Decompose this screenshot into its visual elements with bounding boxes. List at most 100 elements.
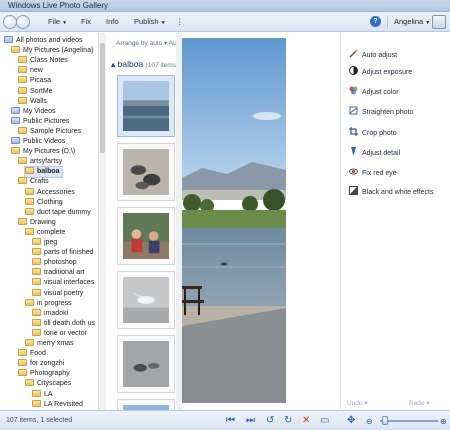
redo-button[interactable]: Redo ▾ — [409, 399, 430, 407]
tree-item[interactable]: Class Notes — [18, 56, 68, 66]
fix-menu[interactable]: Fix — [81, 17, 91, 26]
fix-item[interactable]: Adjust exposure — [349, 66, 412, 80]
fix-item[interactable]: Adjust detail — [349, 147, 400, 161]
zoom-slider-knob[interactable] — [382, 416, 388, 425]
tree-item-label: Public Videos — [23, 138, 66, 145]
fix-item[interactable]: Fix red eye — [349, 167, 397, 181]
folder-icon — [18, 359, 27, 367]
tree-item-label: photoshop — [44, 259, 77, 267]
tree-item[interactable]: for zongzhi — [18, 359, 64, 369]
tree-item[interactable]: Crafts — [18, 177, 49, 187]
fix-item[interactable]: Black and white effects — [349, 186, 433, 200]
tree-item[interactable]: Walls — [18, 96, 47, 107]
more-menu[interactable]: ⋮ — [176, 17, 184, 26]
status-bar: 107 items, 1 selected ⏮ ⏭ ↺ ↻ ✕ ▭ ✥ ⊖ ⊕ — [0, 410, 450, 430]
thumbnail[interactable] — [117, 143, 175, 201]
tree-item[interactable]: All photos and videos — [4, 36, 83, 46]
tree-item[interactable]: My Pictures (D:\) — [11, 147, 75, 157]
tree-item[interactable]: SortMe — [18, 86, 53, 97]
info-menu-label: Info — [106, 17, 119, 26]
red-eye-icon — [349, 167, 358, 176]
back-button[interactable] — [3, 15, 17, 29]
tree-item-label: Photography — [30, 370, 70, 378]
folder-icon — [32, 258, 41, 266]
fix-item-label: Fix red eye — [362, 170, 397, 177]
arrange-by-dropdown[interactable]: Arrange by auto ▾ Au — [116, 39, 177, 47]
tree-item[interactable]: balboa — [24, 166, 63, 179]
fix-item[interactable]: Adjust color — [349, 86, 399, 100]
tree-item[interactable]: traditional art — [32, 268, 84, 278]
tree-item[interactable]: duct tape dummy — [25, 207, 91, 218]
fix-item-label: Adjust detail — [362, 150, 401, 157]
rotate-left-icon[interactable]: ↺ — [266, 415, 274, 427]
folder-icon — [32, 328, 41, 336]
folder-icon — [32, 389, 41, 397]
publish-menu-label: Publish — [134, 17, 159, 26]
tree-item[interactable]: My Videos — [11, 106, 56, 117]
zoom-out-icon[interactable]: ⊖ — [366, 416, 373, 428]
next-photo-icon[interactable]: ⏭ — [246, 415, 255, 427]
zoom-slider[interactable] — [380, 416, 438, 425]
tree-item[interactable]: Photography — [18, 369, 70, 379]
account-picture-button[interactable] — [432, 15, 446, 29]
tree-item[interactable]: Drawing — [18, 217, 56, 228]
tree-item[interactable]: LA Revisited — [32, 399, 83, 410]
tree-item[interactable]: photoshop — [32, 258, 77, 268]
tree-item[interactable]: Sample Pictures — [18, 126, 81, 137]
first-photo-icon[interactable]: ⏮ — [226, 415, 235, 427]
thumbnail[interactable] — [117, 75, 175, 137]
publish-menu[interactable]: Publish ▼ — [134, 17, 166, 26]
tree-item[interactable]: Cityscapes — [25, 379, 71, 389]
folder-icon — [18, 56, 27, 64]
tree-item[interactable]: till death doth us — [32, 318, 95, 329]
tree-item[interactable]: Picasa — [18, 76, 51, 86]
thumbnail[interactable] — [117, 335, 175, 393]
tree-item[interactable]: LA — [32, 389, 53, 400]
help-icon[interactable]: ? — [370, 16, 381, 27]
exposure-icon — [349, 66, 358, 75]
thumbnail[interactable] — [117, 271, 175, 329]
tree-item[interactable]: new — [18, 66, 43, 76]
rotate-right-icon[interactable]: ↻ — [284, 415, 292, 427]
undo-button[interactable]: Undo ▾ — [347, 399, 368, 407]
thumbnail[interactable] — [117, 207, 175, 265]
tree-item[interactable]: artsyfartsy — [18, 157, 62, 167]
folder-icon — [25, 187, 34, 195]
tree-item[interactable]: visual poetry — [32, 288, 83, 299]
tree-item[interactable]: merry xmas — [25, 339, 74, 349]
tree-item[interactable]: tone or vector — [32, 328, 87, 339]
bw-icon — [349, 186, 358, 195]
fix-item[interactable]: Auto adjust — [349, 49, 397, 63]
tree-item[interactable]: Food — [18, 349, 46, 359]
group-name: balboa — [117, 59, 144, 69]
info-menu[interactable]: Info — [106, 17, 119, 26]
account-menu[interactable]: Angelina ▼ — [394, 17, 430, 26]
slideshow-icon[interactable]: ▭ — [320, 415, 329, 427]
tree-scrollbar[interactable] — [98, 33, 106, 410]
tree-item[interactable]: parts of finished — [32, 248, 93, 258]
forward-button[interactable] — [16, 15, 30, 29]
tree-item[interactable]: Public Pictures — [11, 116, 69, 127]
tree-item[interactable]: jpeg — [32, 238, 57, 248]
photo-lake-thumbnail — [123, 81, 169, 131]
fix-item[interactable]: Crop photo — [349, 127, 397, 141]
group-header[interactable]: ▴ balboa (107 items, — [111, 59, 178, 70]
zoom-in-icon[interactable]: ⊕ — [440, 416, 447, 428]
tree-item[interactable]: Clothing — [25, 197, 63, 208]
tree-item[interactable]: complete — [25, 227, 65, 238]
tree-item[interactable]: visual interfaces — [32, 278, 94, 288]
file-menu[interactable]: File ▼ — [48, 17, 67, 26]
folder-icon — [32, 308, 41, 316]
tree-item[interactable]: in progress — [25, 298, 72, 309]
tree-item[interactable]: Public Videos — [11, 137, 65, 147]
tree-item[interactable]: imadoki — [32, 308, 68, 319]
delete-icon[interactable]: ✕ — [302, 415, 310, 427]
folder-icon — [32, 399, 41, 407]
tree-item[interactable]: My Pictures (Angelina) — [11, 46, 93, 56]
scrollbar-thumb[interactable] — [100, 43, 105, 153]
tree-item-label: merry xmas — [37, 340, 74, 347]
tree-item[interactable]: Accessories — [25, 187, 75, 198]
fix-item[interactable]: Straighten photo — [349, 106, 413, 120]
tree-item-label: My Pictures (Angelina) — [23, 47, 94, 55]
fit-icon[interactable]: ✥ — [347, 415, 355, 427]
